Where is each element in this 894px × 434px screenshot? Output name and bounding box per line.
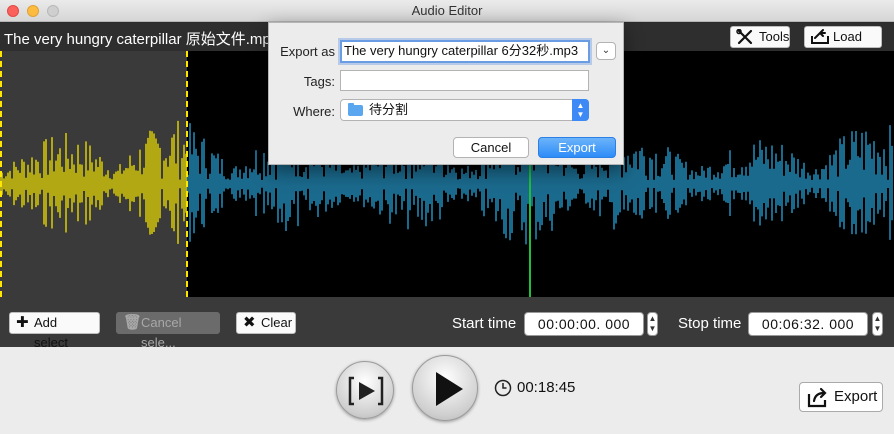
stop-time-stepper[interactable]: ▲ ▼: [872, 312, 883, 336]
stop-time-field[interactable]: 00:06:32. 000: [748, 312, 868, 336]
stop-time-label: Stop time: [678, 315, 742, 332]
where-value: 待分割: [369, 102, 409, 117]
where-label: Where:: [293, 104, 335, 119]
tags-label: Tags:: [303, 74, 335, 89]
play-selection-icon: [348, 376, 384, 406]
start-time-field[interactable]: 00:00:00. 000: [524, 312, 644, 336]
cancel-select-button[interactable]: 🗑 Cancel sele...: [116, 312, 220, 350]
export-as-field[interactable]: The very hungry caterpillar 6分32秒.mp3: [340, 40, 590, 63]
clear-label: Clear: [261, 315, 293, 330]
export-as-label: Export as: [280, 44, 335, 59]
export-icon: [807, 387, 827, 408]
dialog-cancel-button[interactable]: Cancel: [453, 137, 529, 158]
play-icon: [436, 372, 463, 406]
plus-icon: ✚: [16, 314, 29, 331]
tags-field[interactable]: [340, 70, 589, 91]
zoom-window-button[interactable]: [47, 5, 59, 17]
add-select-button[interactable]: ✚ Add select: [9, 312, 100, 350]
tools-button[interactable]: Tools: [730, 26, 790, 48]
window-title: Audio Editor: [411, 3, 483, 18]
selection-start-handle[interactable]: [0, 51, 2, 297]
popup-arrows-icon: ▲ ▼: [572, 99, 589, 121]
add-select-label: Add select: [34, 315, 68, 350]
tools-icon: [736, 29, 753, 45]
dialog-export-button[interactable]: Export: [538, 137, 616, 158]
selection-end-handle[interactable]: [186, 51, 188, 297]
close-window-button[interactable]: [7, 5, 19, 17]
title-bar: Audio Editor: [0, 0, 894, 22]
export-button[interactable]: Export: [799, 382, 883, 412]
load-file-button[interactable]: Load file: [804, 26, 882, 64]
selection-controls: ✚ Add select 🗑 Cancel sele... ✖ Clear St…: [0, 297, 894, 350]
clear-button[interactable]: ✖ Clear: [236, 312, 296, 334]
clear-icon: ✖: [243, 314, 256, 331]
minimize-window-button[interactable]: [27, 5, 39, 17]
player-bar: 00:18:45 Export: [0, 347, 894, 434]
file-name: The very hungry caterpillar 原始文件.mp3: [4, 31, 280, 48]
chevron-down-icon: ⌄: [601, 45, 611, 56]
play-button[interactable]: [412, 355, 478, 421]
export-dialog: Export as The very hungry caterpillar 6分…: [268, 22, 624, 165]
selected-waveform: [0, 120, 187, 244]
export-label: Export: [834, 388, 878, 405]
where-popup[interactable]: 待分割 ▲ ▼: [340, 99, 589, 121]
tools-label: Tools: [759, 29, 790, 44]
clock-icon: [494, 379, 512, 397]
cancel-select-label: Cancel sele...: [141, 315, 182, 350]
elapsed-time: 00:18:45: [517, 379, 576, 396]
expand-dialog-button[interactable]: ⌄: [596, 42, 616, 60]
folder-icon: [348, 103, 363, 116]
play-selection-button[interactable]: [336, 361, 394, 419]
start-time-label: Start time: [452, 315, 517, 332]
load-file-icon: [811, 29, 829, 44]
trash-icon: 🗑: [123, 314, 143, 331]
start-time-stepper[interactable]: ▲ ▼: [647, 312, 658, 336]
